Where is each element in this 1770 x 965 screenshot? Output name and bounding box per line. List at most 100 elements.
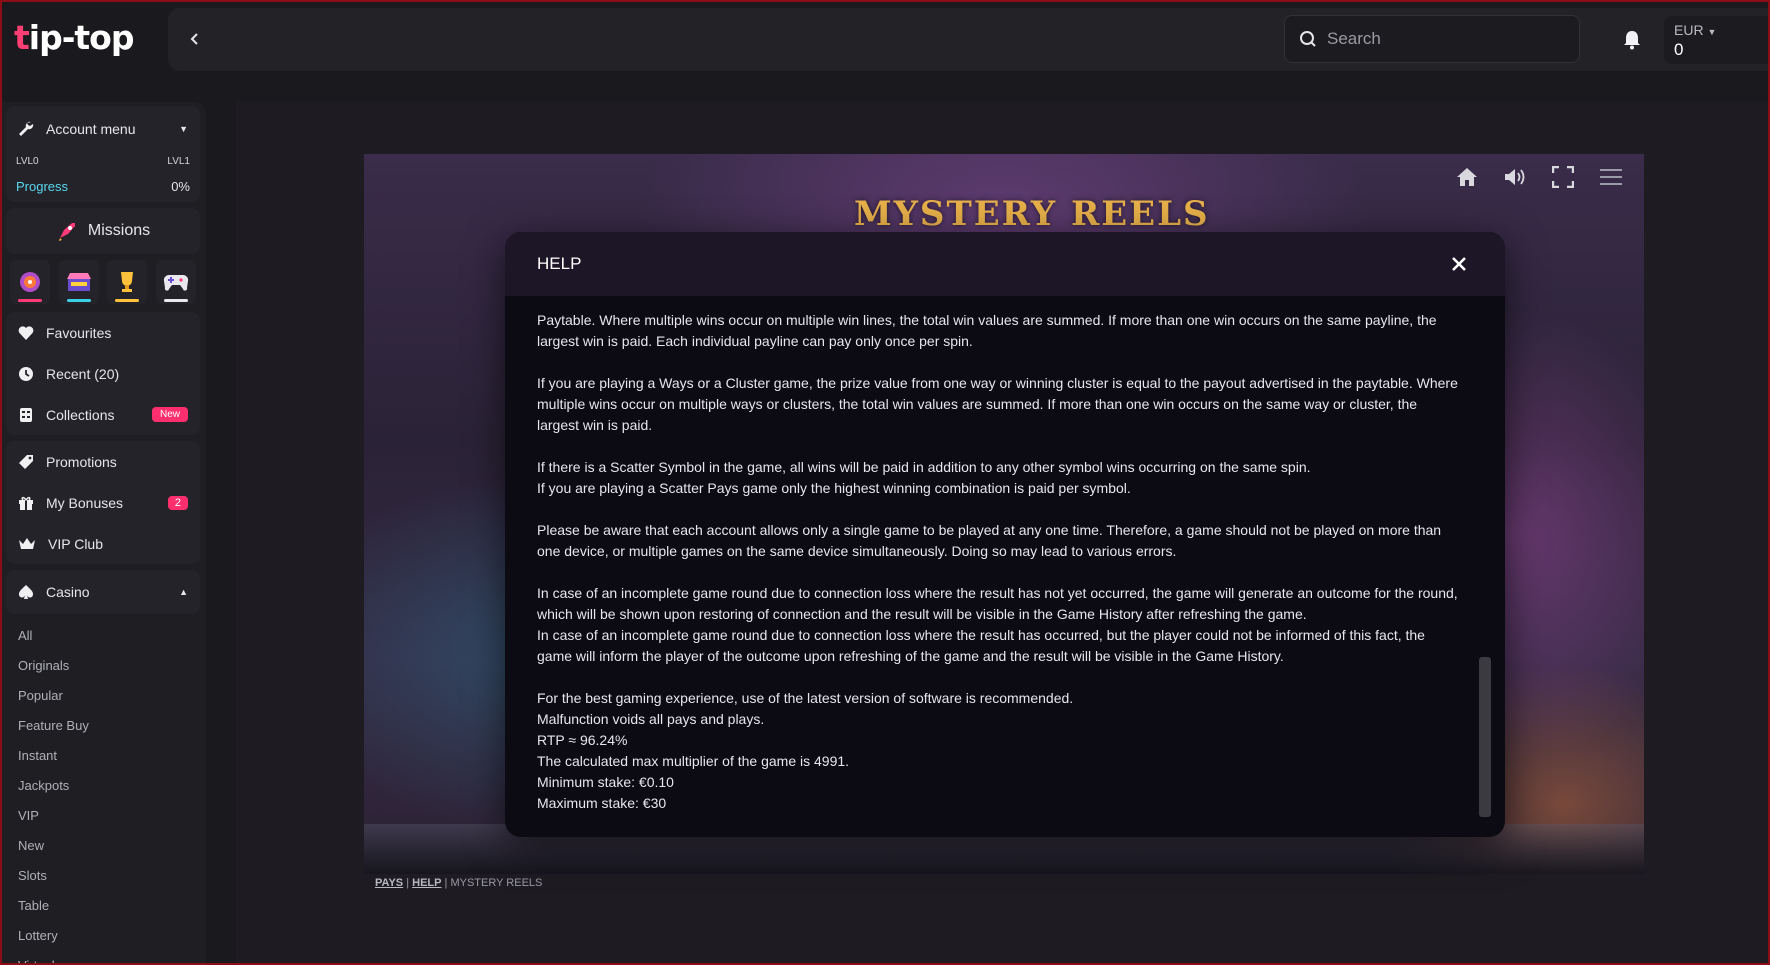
casino-sub-jackpots[interactable]: Jackpots — [6, 770, 200, 800]
modal-close-button[interactable] — [1445, 250, 1473, 278]
missions-button[interactable]: Missions — [6, 208, 200, 254]
top-bar: EUR ▼ 0 — [168, 8, 1770, 71]
sidebar-item-favourites[interactable]: Favourites — [6, 312, 200, 353]
casino-sub-new[interactable]: New — [6, 830, 200, 860]
help-paragraph-ways-cluster: If you are playing a Ways or a Cluster g… — [537, 375, 1458, 433]
casino-sub-instant[interactable]: Instant — [6, 740, 200, 770]
search-icon — [1300, 31, 1316, 47]
level-to: LVL1 — [167, 155, 190, 167]
help-line-max-stake: Maximum stake: €30 — [537, 795, 667, 811]
caret-down-icon: ▼ — [179, 124, 188, 134]
casino-sub-popular[interactable]: Popular — [6, 680, 200, 710]
balance-value: 0 — [1674, 40, 1684, 59]
tile-store[interactable] — [58, 260, 99, 304]
separator: | — [406, 877, 410, 889]
sidebar-item-my-bonuses[interactable]: My Bonuses 2 — [6, 482, 200, 523]
notifications-button[interactable] — [1620, 28, 1644, 52]
sidebar-item-promotions[interactable]: Promotions — [6, 441, 200, 482]
casino-sub-slots[interactable]: Slots — [6, 860, 200, 890]
game-sound-button[interactable] — [1502, 164, 1528, 190]
game-menu-button[interactable] — [1598, 164, 1624, 190]
sidebar-item-collections[interactable]: Collections New — [6, 394, 200, 435]
sidebar-item-label: Promotions — [46, 453, 117, 470]
game-name-label: MYSTERY REELS — [450, 877, 543, 889]
gift-icon — [19, 496, 33, 510]
sidebar-item-label: VIP Club — [48, 535, 103, 552]
search-input[interactable] — [1327, 29, 1557, 49]
casino-sub-originals[interactable]: Originals — [6, 650, 200, 680]
casino-sub-feature-buy[interactable]: Feature Buy — [6, 710, 200, 740]
new-badge: New — [151, 407, 188, 422]
help-paragraph-scatter-pays: If you are playing a Scatter Pays game o… — [537, 480, 1131, 496]
game-fullscreen-button[interactable] — [1550, 164, 1576, 190]
modal-scrollbar-thumb[interactable] — [1479, 657, 1491, 817]
sidebar-item-label: Recent (20) — [46, 365, 120, 382]
home-icon — [1457, 168, 1477, 186]
game-toolbar — [1454, 164, 1624, 190]
clock-icon — [19, 366, 33, 381]
help-line-min-stake: Minimum stake: €0.10 — [537, 774, 674, 790]
help-paragraph-paytable: Paytable. Where multiple wins occur on m… — [537, 312, 1437, 349]
bonus-count-badge: 2 — [167, 495, 188, 510]
casino-submenu: All Originals Popular Feature Buy Instan… — [6, 620, 200, 965]
trophy-icon — [121, 272, 134, 292]
crown-icon — [19, 537, 35, 549]
sidebar: Account menu ▼ LVL0 LVL1 Progress 0% Mis… — [0, 102, 206, 965]
help-modal: HELP Paytable. Where multiple wins occur… — [505, 232, 1505, 837]
account-menu-toggle[interactable]: Account menu ▼ — [6, 106, 200, 152]
casino-sub-all[interactable]: All — [6, 620, 200, 650]
pays-link[interactable]: PAYS — [375, 877, 403, 889]
level-row: LVL0 LVL1 — [6, 152, 200, 170]
help-paragraph-incomplete-2: In case of an incomplete game round due … — [537, 627, 1425, 664]
sidebar-item-label: My Bonuses — [46, 494, 124, 511]
tile-indicator — [66, 299, 91, 302]
level-from: LVL0 — [16, 155, 39, 167]
progress-label: Progress — [16, 178, 69, 194]
account-menu-label: Account menu — [46, 121, 136, 137]
modal-body[interactable]: Paytable. Where multiple wins occur on m… — [505, 296, 1505, 837]
casino-sub-vip[interactable]: VIP — [6, 800, 200, 830]
game-home-button[interactable] — [1454, 164, 1480, 190]
sidebar-group-bonuses: Promotions My Bonuses 2 VIP Club — [6, 441, 200, 564]
store-icon — [66, 273, 91, 291]
sidebar-item-label: Collections — [46, 406, 115, 423]
tile-missions-wheel[interactable] — [10, 260, 50, 304]
help-line-rtp: RTP ≈ 96.24% — [537, 732, 628, 748]
site-logo[interactable]: tip-top — [14, 18, 135, 57]
sidebar-item-casino[interactable]: Casino ▲ — [6, 570, 200, 614]
sidebar-group-personal: Favourites Recent (20) Collections New — [6, 312, 200, 435]
logo-text-rest: ip-top — [28, 18, 135, 57]
spade-icon — [18, 585, 34, 599]
search-box[interactable] — [1284, 15, 1580, 63]
caret-down-icon: ▼ — [1707, 27, 1717, 37]
tile-indicator — [115, 299, 140, 302]
casino-sub-table[interactable]: Table — [6, 890, 200, 920]
help-line-max-multiplier: The calculated max multiplier of the gam… — [537, 753, 850, 769]
progress-value: 0% — [171, 178, 190, 194]
casino-sub-virtuals[interactable]: Virtuals — [6, 950, 200, 965]
heart-icon — [18, 325, 34, 340]
help-paragraph-scatter: If there is a Scatter Symbol in the game… — [537, 459, 1311, 475]
wallet-balance[interactable]: EUR ▼ 0 — [1664, 16, 1770, 64]
fullscreen-icon — [1552, 166, 1574, 188]
tile-games[interactable] — [155, 260, 196, 304]
wrench-icon — [19, 121, 34, 136]
tile-indicator — [163, 299, 188, 302]
game-footer-links: PAYS | HELP | MYSTERY REELS — [375, 877, 542, 889]
sidebar-group-casino: Casino ▲ — [6, 570, 200, 614]
rocket-icon — [58, 223, 75, 241]
sidebar-item-recent[interactable]: Recent (20) — [6, 353, 200, 394]
tile-indicator — [18, 299, 42, 302]
chevron-left-icon — [190, 33, 198, 45]
sidebar-item-vip-club[interactable]: VIP Club — [6, 523, 200, 564]
wheel-icon — [20, 272, 40, 292]
casino-sub-lottery[interactable]: Lottery — [6, 920, 200, 950]
close-icon — [1452, 257, 1466, 271]
back-button[interactable] — [180, 24, 210, 54]
missions-label: Missions — [87, 222, 151, 239]
tile-tournaments[interactable] — [107, 260, 148, 304]
separator: | — [444, 877, 448, 889]
help-link[interactable]: HELP — [412, 877, 441, 889]
currency-label: EUR — [1674, 22, 1704, 38]
help-line-malfunction: Malfunction voids all pays and plays. — [537, 711, 765, 727]
